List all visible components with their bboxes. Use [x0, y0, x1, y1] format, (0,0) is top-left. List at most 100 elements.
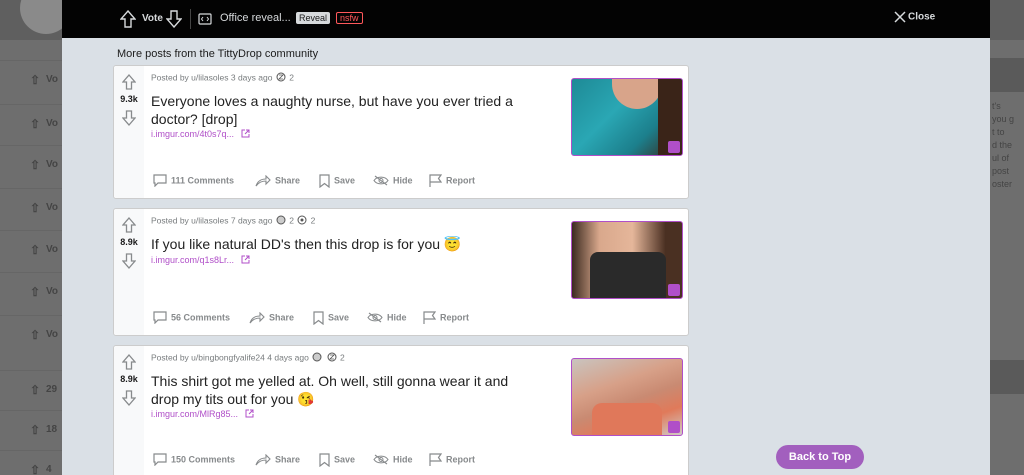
post-title[interactable]: This shirt got me yelled at. Oh well, st…: [151, 372, 531, 408]
comments-button[interactable]: 56 Comments: [153, 307, 230, 327]
vote-label: Vote: [142, 13, 163, 24]
report-button[interactable]: Report: [429, 449, 475, 469]
upvote-icon: ⇧: [30, 117, 41, 131]
upvote-icon: ⇧: [30, 243, 41, 257]
report-icon: [423, 311, 437, 324]
external-link-icon: [241, 255, 250, 266]
post-card[interactable]: 9.3k Posted by u/lilasoles 3 days ago 2 …: [113, 65, 689, 199]
vote-column: 8.9k: [114, 209, 144, 335]
hide-button[interactable]: Hide: [373, 449, 413, 469]
vote-score: 8.9k: [120, 374, 138, 384]
upvote-icon: ⇧: [30, 285, 41, 299]
external-link-icon: [668, 421, 680, 433]
post-thumbnail[interactable]: [571, 221, 683, 299]
background-row: ⇧ Vo: [0, 230, 62, 268]
overlay-topbar: Vote Office reveal... Reveal nsfw Close: [62, 0, 990, 38]
award-icon: [312, 352, 322, 364]
comments-button[interactable]: 111 Comments: [153, 170, 234, 190]
share-icon: [249, 311, 265, 323]
share-icon: [255, 174, 271, 186]
hide-button[interactable]: Hide: [367, 307, 407, 327]
hide-icon: [373, 175, 389, 186]
reveal-button[interactable]: Reveal: [296, 12, 331, 24]
background-row: ⇧ 18: [0, 410, 62, 448]
post-icon: [198, 12, 212, 26]
share-button[interactable]: Share: [255, 449, 300, 469]
post-card[interactable]: 8.9k Posted by u/lilasoles 7 days ago 2 …: [113, 208, 689, 336]
upvote-icon[interactable]: [121, 217, 137, 238]
upvote-icon: ⇧: [30, 383, 41, 397]
post-card[interactable]: 8.9k Posted by u/bingbongfyalife24 4 day…: [113, 345, 689, 475]
external-link-icon: [241, 129, 250, 140]
upvote-icon[interactable]: [121, 74, 137, 95]
downvote-icon[interactable]: [165, 10, 183, 29]
post-title[interactable]: If you like natural DD's then this drop …: [151, 235, 531, 253]
hide-button[interactable]: Hide: [373, 170, 413, 190]
post-thumbnail[interactable]: [571, 358, 683, 436]
vote-column: 9.3k: [114, 66, 144, 198]
share-button[interactable]: Share: [255, 170, 300, 190]
award-count: 2: [289, 72, 294, 83]
close-button[interactable]: Close: [894, 11, 935, 23]
post-thumbnail[interactable]: [571, 78, 683, 156]
background-row: ⇧ Vo: [0, 104, 62, 142]
report-button[interactable]: Report: [423, 307, 469, 327]
award-icon: [276, 215, 286, 227]
hide-icon: [373, 454, 389, 465]
hide-icon: [367, 312, 383, 323]
award-count: 2: [339, 352, 345, 363]
vote-score: 8.9k: [120, 237, 138, 247]
save-button[interactable]: Save: [313, 307, 349, 327]
vote-score: 9.3k: [120, 94, 138, 104]
background-sidebar-text: t's you g t to d the ul of post oster: [992, 101, 1015, 189]
save-button[interactable]: Save: [319, 170, 355, 190]
upvote-icon: ⇧: [30, 328, 41, 342]
section-heading: More posts from the TittyDrop community: [117, 48, 319, 60]
save-icon: [319, 174, 330, 188]
post-title[interactable]: Everyone loves a naughty nurse, but have…: [151, 92, 531, 128]
background-row: ⇧ Vo: [0, 315, 62, 353]
background-row: ⇧ Vo: [0, 188, 62, 226]
post-link[interactable]: i.imgur.com/q1s8Lr...: [151, 255, 250, 266]
report-icon: [429, 174, 443, 187]
report-button[interactable]: Report: [429, 170, 475, 190]
upvote-icon[interactable]: [121, 354, 137, 375]
share-icon: [255, 453, 271, 465]
upvote-icon: ⇧: [30, 73, 41, 87]
award-count: 2: [289, 215, 294, 226]
share-button[interactable]: Share: [249, 307, 294, 327]
upvote-icon: ⇧: [30, 423, 41, 437]
external-link-icon: [668, 141, 680, 153]
downvote-icon[interactable]: [121, 253, 137, 274]
award-count: 2: [310, 215, 316, 226]
comments-button[interactable]: 150 Comments: [153, 449, 235, 469]
downvote-icon[interactable]: [121, 110, 137, 131]
external-link-icon: [245, 409, 254, 420]
post-meta: Posted by u/lilasoles 3 days ago 2: [151, 72, 294, 84]
back-to-top-button[interactable]: Back to Top: [776, 445, 864, 469]
save-icon: [313, 311, 324, 325]
post-meta: Posted by u/lilasoles 7 days ago 2 2: [151, 215, 316, 227]
comment-icon: [153, 311, 167, 325]
divider: [190, 9, 191, 29]
downvote-icon[interactable]: [121, 390, 137, 411]
post-overlay: Vote Office reveal... Reveal nsfw Close …: [62, 0, 990, 475]
overlay-post-title: Office reveal...: [220, 12, 291, 24]
close-icon: [894, 11, 906, 23]
background-row: ⇧ 4: [0, 450, 62, 475]
background-row: ⇧ Vo: [0, 60, 62, 98]
comment-icon: [153, 453, 167, 467]
report-icon: [429, 453, 443, 466]
background-row: ⇧ Vo: [0, 272, 62, 310]
background-sidebar-band: [990, 58, 1024, 92]
background-row: ⇧ Vo: [0, 145, 62, 183]
nsfw-badge: nsfw: [336, 12, 363, 24]
external-link-icon: [668, 284, 680, 296]
post-link[interactable]: i.imgur.com/4t0s7q...: [151, 129, 250, 140]
post-link[interactable]: i.imgur.com/MlRg85...: [151, 409, 254, 420]
upvote-icon[interactable]: [119, 9, 137, 28]
award-icon: [327, 352, 337, 364]
save-button[interactable]: Save: [319, 449, 355, 469]
upvote-icon: ⇧: [30, 158, 41, 172]
award-icon: [276, 72, 286, 84]
